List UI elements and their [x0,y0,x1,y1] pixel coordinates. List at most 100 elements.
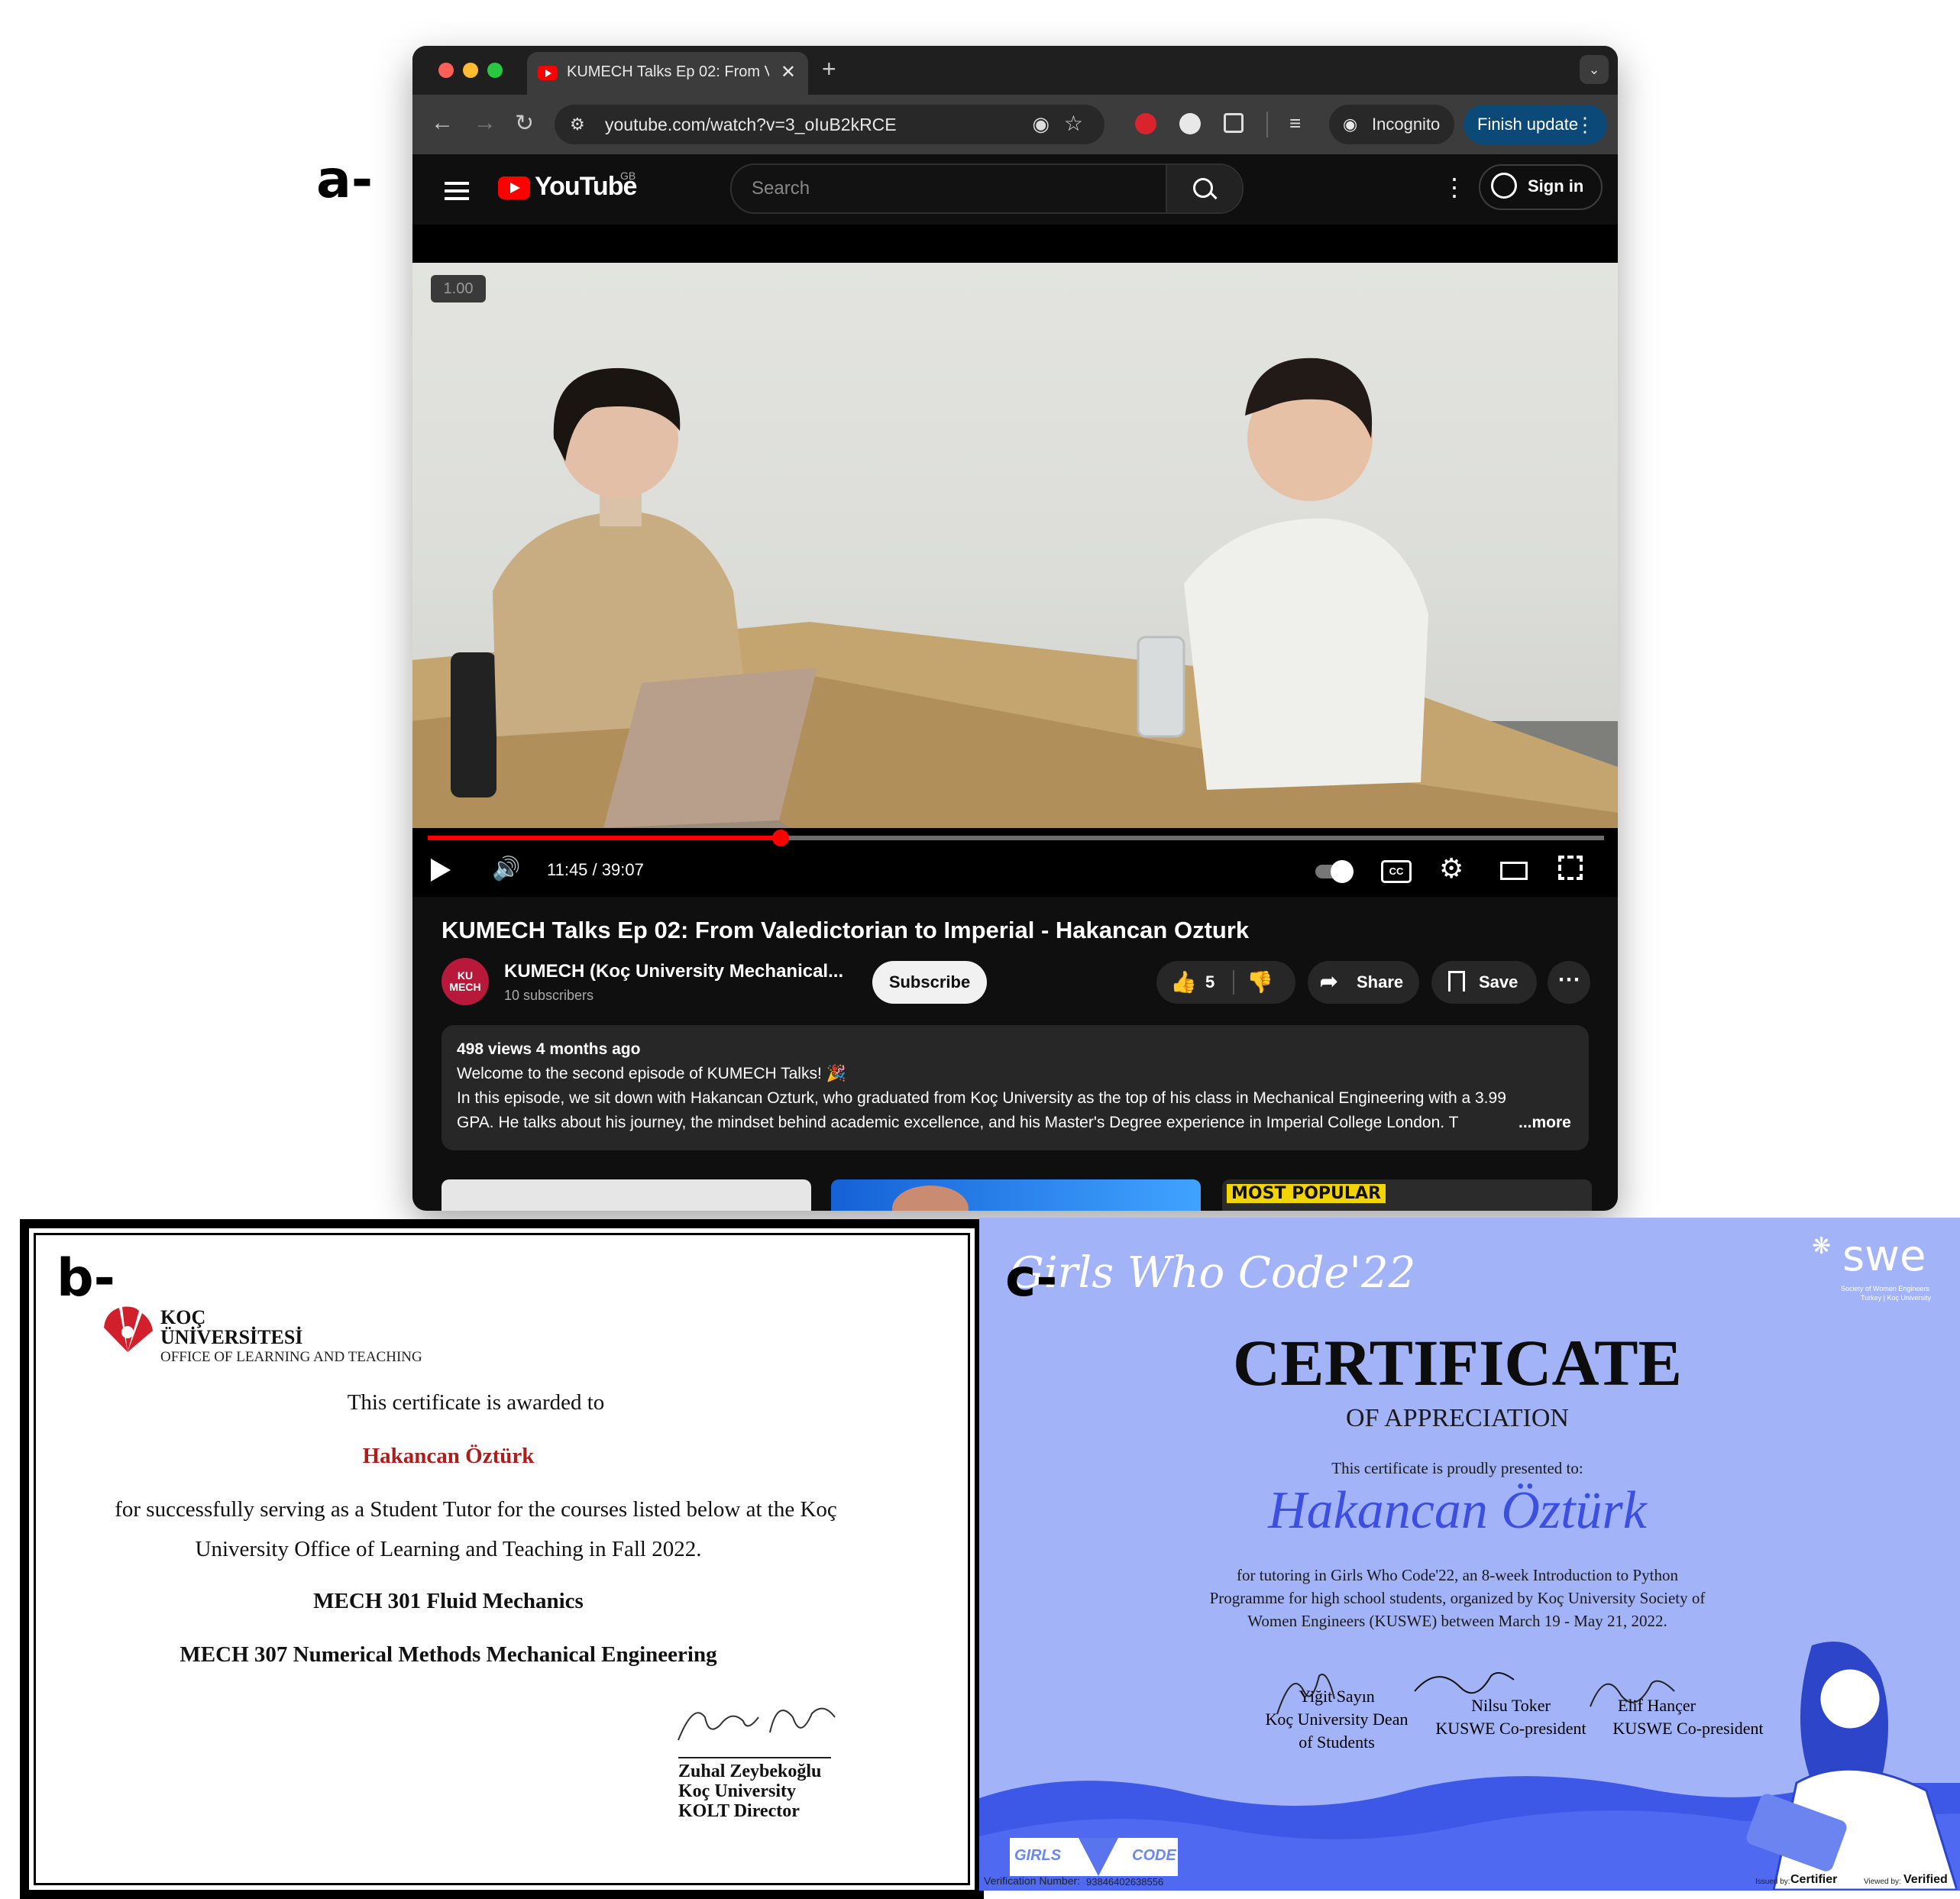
more-actions-icon[interactable]: ⋯ [1548,961,1590,1004]
back-arrow-icon[interactable]: ← [431,110,454,136]
description-line-2: In this episode, we sit down with Hakanc… [457,1089,1506,1107]
channel-name[interactable]: KUMECH (Koç University Mechanical... [504,961,843,982]
settings-kebab-icon[interactable]: ⋮ [1442,173,1467,202]
signer-1-title-2: of Students [1299,1732,1375,1752]
channel-avatar[interactable]: KU MECH [441,958,489,1005]
captions-icon[interactable]: CC [1381,860,1412,883]
certificate-title: CERTIFICATE [1233,1326,1682,1399]
playback-speed-overlay: 1.00 [431,275,486,302]
sign-in-button[interactable]: Sign in [1479,164,1603,210]
certificate-subtitle: OF APPRECIATION [1346,1404,1569,1432]
view-count-date: 498 views 4 months ago [457,1040,641,1058]
swe-gear-icon: ❋ [1812,1234,1832,1259]
search-button[interactable] [1166,165,1242,212]
director-signature [678,1707,836,1741]
certificate-body-line-1: for successfully serving as a Student Tu… [115,1497,837,1522]
thumbnail-2-face [892,1186,969,1211]
browser-tab[interactable]: KUMECH Talks Ep 02: From V ✕ [527,52,808,95]
panel-label-a: a- [316,150,374,210]
thumbnail-3[interactable]: MOST POPULAR [1222,1179,1592,1211]
course-1: MECH 301 Fluid Mechanics [313,1589,584,1613]
reload-icon[interactable]: ↻ [515,110,534,137]
search-icon [1193,178,1213,198]
share-button[interactable]: ➦ Share [1308,961,1419,1004]
address-bar: ← → ↻ ⚙ youtube.com/watch?v=3_oIuB2kRCE … [412,95,1618,154]
search-box[interactable]: Search [730,163,1244,214]
verification-label: Verification Number: [984,1875,1081,1887]
thumbnail-1[interactable] [441,1179,811,1211]
incognito-icon: ◉ [1343,115,1358,134]
like-button[interactable]: 👍 [1170,969,1197,995]
dislike-button[interactable]: 👎 [1247,969,1273,995]
subscribe-button[interactable]: Subscribe [872,961,987,1004]
kebab-menu-icon[interactable]: ⋮ [1575,105,1595,144]
extension-g-icon[interactable] [1179,113,1201,134]
save-button[interactable]: Save [1431,961,1537,1004]
like-count: 5 [1205,972,1215,992]
presented-to-text: This certificate is proudly presented to… [1331,1459,1583,1477]
gwc-girls-text: GIRLS [1014,1847,1062,1864]
youtube-header: YouTube GB Search ⋮ Sign in [412,154,1618,225]
region-code: GB [620,170,636,182]
finish-update-button[interactable]: Finish update ⋮ [1464,105,1607,144]
settings-gear-icon[interactable]: ⚙ [1439,852,1464,885]
youtube-logo-icon[interactable] [498,176,530,199]
incognito-label: Incognito [1372,115,1441,134]
maximize-window-button[interactable] [487,63,503,78]
eye-slash-icon[interactable]: ◉ [1032,112,1050,136]
search-input[interactable]: Search [752,178,810,199]
appreciation-body-line-3: Women Engineers (KUSWE) between March 19… [1247,1612,1667,1630]
issued-by-label: Issued by: [1755,1878,1790,1886]
close-window-button[interactable] [438,63,454,78]
bookmark-star-icon[interactable]: ☆ [1064,111,1083,136]
new-tab-button[interactable]: + [822,55,836,83]
channel-avatar-text: KU MECH [449,969,481,993]
show-more-link[interactable]: ...more [1519,1114,1571,1132]
extensions-puzzle-icon[interactable] [1224,113,1244,133]
video-scene [412,357,1618,828]
share-label: Share [1357,972,1404,992]
certificate-body-line-2: University Office of Learning and Teachi… [195,1537,702,1561]
recipient-name: Hakancan Öztürk [362,1444,535,1468]
toolbar-divider [1266,112,1268,137]
swe-subtitle-1: Society of Women Engineers [1841,1285,1929,1292]
gwc-w-icon [1079,1838,1118,1876]
signer-2-name: Nilsu Toker [1471,1696,1551,1715]
browser-window: KUMECH Talks Ep 02: From V ✕ + ⌄ ← → ↻ ⚙… [412,46,1618,1211]
girls-who-code-header: Girls Who Code'22 [1010,1248,1416,1298]
issued-by-certifier: Certifier [1790,1873,1838,1886]
incognito-indicator[interactable]: ◉ Incognito [1329,105,1454,144]
panel-label-b: b- [57,1248,115,1309]
omnibox[interactable]: ⚙ youtube.com/watch?v=3_oIuB2kRCE ◉ ☆ [555,105,1105,144]
forward-arrow-icon[interactable]: → [474,110,496,136]
sign-in-label: Sign in [1528,176,1584,196]
panel-label-c: c- [1005,1248,1058,1309]
video-frame[interactable]: 1.00 [412,263,1618,828]
minimize-window-button[interactable] [463,63,478,78]
media-queue-icon[interactable]: ≡ [1289,112,1301,135]
certificate-koc: KOÇ ÜNİVERSİTESİ OFFICE OF LEARNING AND … [20,1219,984,1899]
video-player[interactable]: 1.00 🔊 11:45 / 39:07 CC ⚙ [412,225,1618,897]
fullscreen-icon[interactable] [1558,856,1583,880]
account-icon [1491,173,1517,199]
site-settings-icon[interactable]: ⚙ [570,115,585,134]
autoplay-toggle[interactable] [1315,860,1354,883]
url-text[interactable]: youtube.com/watch?v=3_oIuB2kRCE [605,115,897,135]
autoplay-knob [1331,860,1354,883]
time-display: 11:45 / 39:07 [547,860,644,879]
extension-hand-icon[interactable] [1135,113,1156,134]
like-dislike-group: 👍 5 👎 [1156,961,1295,1004]
description-line-1: Welcome to the second episode of KUMECH … [457,1065,846,1082]
play-icon[interactable] [431,859,451,882]
hamburger-menu-icon[interactable] [445,182,469,185]
progress-bar[interactable] [428,830,1604,846]
tab-search-chevron-icon[interactable]: ⌄ [1580,55,1609,84]
finish-update-label: Finish update [1477,115,1579,134]
thumbnail-2[interactable] [831,1179,1201,1211]
recipient-name-script: Hakancan Öztürk [1268,1481,1647,1540]
tab-close-icon[interactable]: ✕ [781,61,796,83]
theater-mode-icon[interactable] [1500,862,1528,880]
progress-scrubber[interactable] [772,830,789,846]
volume-icon[interactable]: 🔊 [492,856,520,882]
description-box[interactable]: 498 views 4 months ago Welcome to the se… [441,1025,1589,1150]
